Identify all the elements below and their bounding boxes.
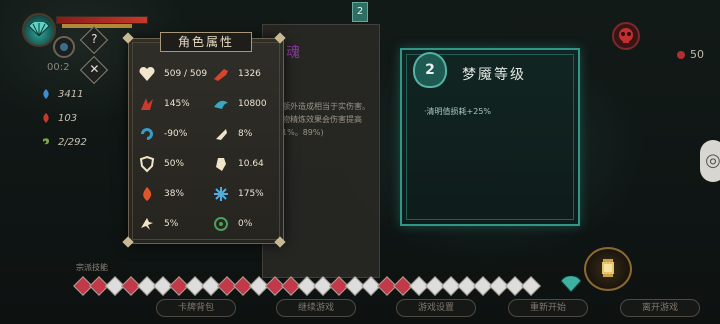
attr-defense: 10.64 [208, 152, 280, 176]
leave-game-button[interactable]: 离开游戏 [620, 299, 700, 317]
card-description: 额外造成相当于实伤害。物精炼效果会伤害提高1%。89%) [282, 102, 370, 137]
skull-small-icon [677, 50, 685, 59]
card-title-fragment: 魂 [286, 45, 300, 61]
skill-gem-row [73, 276, 541, 298]
skill-orb-button[interactable] [53, 36, 75, 58]
continue-game-button[interactable]: 继续游戏 [276, 299, 356, 317]
side-menu-icon: ◎ [705, 150, 720, 171]
attr-value: 50% [164, 159, 185, 169]
attr-frost: 175% [208, 182, 280, 206]
attr-poison: 0% [208, 212, 280, 236]
attr-fire: 38% [134, 182, 208, 206]
attr-value: 145% [164, 99, 190, 109]
attr-value: 10.64 [238, 159, 264, 169]
attr-dodge: 8% [208, 122, 280, 146]
attr-value: 509 / 509 [164, 69, 208, 79]
attributes-grid: 509 / 509 1326 145% 10800 -90% 8% 50% 10… [134, 62, 280, 236]
stat-value: 103 [58, 112, 78, 124]
attr-value: -90% [164, 129, 188, 139]
kill-counter: 50 [676, 48, 704, 61]
dodge-icon [216, 129, 227, 140]
restart-button[interactable]: 重新开始 [508, 299, 588, 317]
attr-health: 509 / 509 [134, 62, 208, 86]
page-badge: 2 [352, 2, 368, 22]
attr-value: 10800 [238, 99, 267, 109]
green-soul-icon [43, 138, 49, 145]
nightmare-title: 梦魇等级 [462, 67, 526, 83]
stat-green-soul: 2/292 [40, 136, 87, 148]
stat-red-flame: 103 [40, 112, 77, 124]
attr-shield: 50% [134, 152, 208, 176]
timer: 00:2 [47, 62, 70, 73]
attr-crit: 145% [134, 92, 208, 116]
game-settings-button[interactable]: 游戏设置 [396, 299, 476, 317]
stat-blue-flame: 3411 [40, 88, 83, 100]
attr-value: 1326 [238, 69, 261, 79]
poison-icon [214, 217, 228, 231]
speed-icon [214, 100, 228, 109]
attr-speed: 10800 [208, 92, 280, 116]
skull-glyph [619, 28, 633, 43]
attr-value: 5% [164, 219, 179, 229]
close-icon: ✕ [89, 62, 100, 77]
attr-value: 8% [238, 129, 253, 139]
attr-value: 175% [238, 189, 264, 199]
frost-icon [214, 187, 228, 201]
defense-icon [216, 158, 226, 171]
heart-icon [139, 66, 155, 81]
help-label: ? [91, 32, 98, 47]
recovery-icon [141, 128, 153, 140]
fire-icon [143, 187, 152, 201]
lantern-icon [602, 259, 614, 277]
energy-bar [62, 24, 132, 28]
attr-movement: 5% [134, 212, 208, 236]
attack-icon [214, 69, 228, 81]
attr-value: 38% [164, 189, 185, 199]
skull-icon[interactable] [612, 22, 640, 50]
nightmare-effect: ·清明值损耗+25% [424, 107, 492, 116]
fan-icon [560, 276, 582, 292]
fan-icon [28, 22, 50, 36]
red-flame-icon [43, 113, 49, 123]
crit-claw-icon [141, 98, 153, 110]
card-bag-button[interactable]: 卡牌背包 [156, 299, 236, 317]
nightmare-level-badge: 2 [413, 52, 447, 88]
attr-value: 0% [238, 219, 253, 229]
sect-skills-label: 宗派技能 [76, 263, 108, 272]
health-bar [56, 16, 148, 24]
stat-value: 3411 [58, 88, 84, 100]
orb-icon [60, 43, 68, 51]
blue-flame-icon [43, 89, 49, 99]
kill-count-value: 50 [690, 48, 704, 61]
side-menu-button[interactable]: ◎ [700, 140, 720, 182]
movement-icon [141, 218, 153, 230]
attr-recovery: -90% [134, 122, 208, 146]
shield-icon [139, 155, 155, 173]
stat-value: 2/292 [58, 136, 87, 148]
skill-gem[interactable] [521, 276, 541, 296]
attributes-title: 角色属性 [160, 32, 252, 52]
attr-attack: 1326 [208, 62, 280, 86]
